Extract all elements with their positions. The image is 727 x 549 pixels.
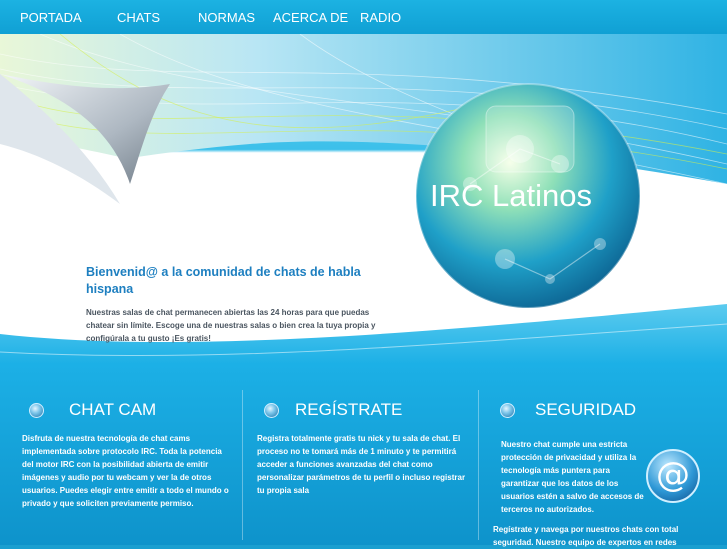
section-title: CHAT CAM (69, 400, 157, 419)
welcome-title: Bienvenid@ a la comunidad de chats de ha… (86, 265, 361, 296)
globe-icon (264, 403, 279, 418)
nav-chats[interactable]: CHATS (117, 10, 160, 25)
at-sign-icon: @ (646, 449, 700, 503)
section-text: Nuestro chat cumple una estricta protecc… (501, 440, 644, 514)
section-text-secondary: Regístrate y navega por nuestros chats c… (493, 525, 679, 547)
section-text: Registra totalmente gratis tu nick y tu … (257, 434, 466, 495)
top-navigation: PORTADA CHATS NORMAS ACERCA DE RADIO (0, 0, 727, 34)
nav-acerca-de[interactable]: ACERCA DE (273, 10, 348, 25)
globe-icon (29, 403, 44, 418)
globe-icon (500, 403, 515, 418)
nav-radio[interactable]: RADIO (360, 10, 401, 25)
section-text: Disfruta de nuestra tecnología de chat c… (22, 434, 229, 508)
hero-banner: IRC Latinos Bienvenid@ a la comunidad de… (0, 34, 727, 364)
logo-text: IRC Latinos (430, 178, 592, 213)
nav-portada[interactable]: PORTADA (20, 10, 82, 25)
section-title[interactable]: REGÍSTRATE (295, 400, 402, 420)
section-chat-cam: CHAT CAM Disfruta de nuestra tecnología … (0, 364, 242, 545)
features-section: CHAT CAM Disfruta de nuestra tecnología … (0, 364, 727, 547)
nav-normas[interactable]: NORMAS (198, 10, 255, 25)
section-title: SEGURIDAD (535, 400, 637, 419)
section-registrate: REGÍSTRATE Registra totalmente gratis tu… (242, 364, 478, 545)
welcome-text: Nuestras salas de chat permanecen abiert… (86, 308, 376, 343)
